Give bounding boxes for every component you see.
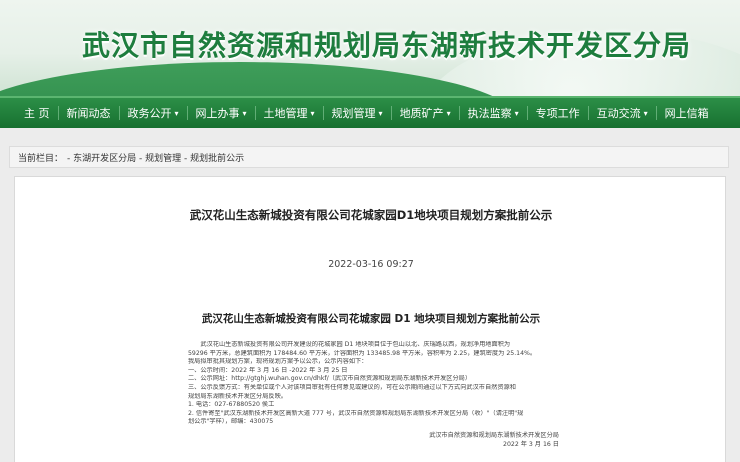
nav-item[interactable]: 政务公开 ▾ (120, 98, 187, 128)
article-body: 武汉花山生态新城投资有限公司开发建设的花城家园 D1 地块项目位于包山以北、庆瑞… (188, 341, 578, 427)
article-paragraph: 规划局东湖新技术开发区分局反映。 (188, 392, 287, 400)
article-paragraph: 三、公示反馈方式：有关单位或个人对该项目审批有任何意见或建议的，可在公示期间通过… (188, 383, 516, 391)
article-paragraph: 1. 电话：027-67880520 侯工 (188, 401, 275, 409)
article-signature: 武汉市自然资源和规划局东湖新技术开发区分局 (429, 432, 559, 439)
nav-separator (587, 106, 589, 120)
nav-item-label: 土地管理 (263, 107, 308, 120)
nav-separator (322, 106, 324, 120)
article-paragraph: 我局拟审批其规划方案，现将规划方案予以公示，公示内容如下： (188, 358, 368, 366)
nav-item[interactable]: 地质矿产 ▾ (392, 98, 459, 128)
nav-separator (655, 106, 657, 120)
nav-item[interactable]: 执法监察 ▾ (460, 98, 527, 128)
chevron-down-icon: ▾ (446, 108, 451, 118)
nav-item-label: 专项工作 (535, 107, 580, 120)
chevron-down-icon: ▾ (514, 108, 519, 118)
article-paragraph: 武汉花山生态新城投资有限公司开发建设的花城家园 D1 地块项目位于包山以北、庆瑞… (200, 341, 511, 348)
article-panel: 武汉花山生态新城投资有限公司花城家园D1地块项目规划方案批前公示 2022-03… (14, 176, 726, 462)
site-banner: 武汉市自然资源和规划局东湖新技术开发区分局 (0, 0, 740, 96)
chevron-down-icon: ▾ (242, 108, 247, 118)
nav-separator (254, 106, 256, 120)
nav-item[interactable]: 规划管理 ▾ (324, 98, 391, 128)
article-sign-date: 2022 年 3 月 16 日 (503, 440, 559, 448)
article-signature-block: 武汉市自然资源和规划局东湖新技术开发区分局 2022 年 3 月 16 日 (429, 432, 559, 449)
article-title: 武汉花山生态新城投资有限公司花城家园D1地块项目规划方案批前公示 (189, 208, 553, 222)
nav-separator (458, 106, 460, 120)
nav-item-label: 互动交流 (596, 107, 641, 120)
nav-item-label: 规划管理 (331, 107, 376, 120)
nav-item-label: 执法监察 (467, 107, 512, 120)
nav-item-label: 政务公开 (127, 107, 172, 120)
nav-item[interactable]: 互动交流 ▾ (589, 98, 656, 128)
nav-item[interactable]: 专项工作 (528, 98, 588, 128)
breadcrumb-path[interactable]: - 东湖开发区分局 - 规划管理 - 规划批前公示 (67, 151, 244, 164)
chevron-down-icon: ▾ (643, 108, 648, 118)
breadcrumb-prefix: 当前栏目： (18, 153, 64, 164)
nav-item[interactable]: 网上信箱 (657, 98, 717, 128)
nav-separator (57, 106, 59, 120)
article-inner-title: 武汉花山生态新城投资有限公司花城家园 D1 地块项目规划方案批前公示 (201, 313, 541, 325)
nav-item[interactable]: 主 页 (16, 98, 58, 128)
article-paragraph: 二、公示网址：http://gtghj.wuhan.gov.cn/dhkf/（武… (188, 375, 472, 383)
nav-separator (118, 106, 120, 120)
nav-item-label: 网上办事 (195, 107, 240, 120)
article-date: 2022-03-16 09:27 (328, 259, 414, 270)
nav-separator (186, 106, 188, 120)
chevron-down-icon: ▾ (310, 108, 315, 118)
nav-item[interactable]: 新闻动态 (59, 98, 119, 128)
nav-item-label: 网上信箱 (664, 107, 709, 120)
article-paragraph: 一、公示时间：2022 年 3 月 16 日 -2022 年 3 月 25 日 (188, 366, 348, 374)
nav-separator (526, 106, 528, 120)
chevron-down-icon: ▾ (378, 108, 383, 118)
main-nav: 主 页新闻动态 政务公开 ▾ 网上办事 ▾ 土地管理 ▾ 规划管理 ▾ 地质矿产 ▾ 执法监察 ▾ 专项工… (0, 96, 740, 128)
nav-item-label: 新闻动态 (66, 107, 111, 120)
chevron-down-icon: ▾ (174, 108, 179, 118)
nav-item-label: 地质矿产 (399, 107, 444, 120)
nav-item[interactable]: 网上办事 ▾ (188, 98, 255, 128)
site-title: 武汉市自然资源和规划局东湖新技术开发区分局 (82, 29, 692, 62)
article-paragraph: 划公示"字样），邮编：430075 (188, 418, 274, 426)
article-paragraph: 59296 平方米，总建筑面积为 178484.60 平方米，计容面积为 133… (188, 349, 537, 357)
nav-separator (390, 106, 392, 120)
article-paragraph: 2. 信件寄至"武汉东湖新技术开发区高新大道 777 号，武汉市自然资源和规划局… (188, 409, 524, 417)
nav-item-label: 主 页 (24, 107, 50, 120)
breadcrumb: 当前栏目： - 东湖开发区分局 - 规划管理 - 规划批前公示 (9, 146, 729, 168)
nav-item[interactable]: 土地管理 ▾ (256, 98, 323, 128)
